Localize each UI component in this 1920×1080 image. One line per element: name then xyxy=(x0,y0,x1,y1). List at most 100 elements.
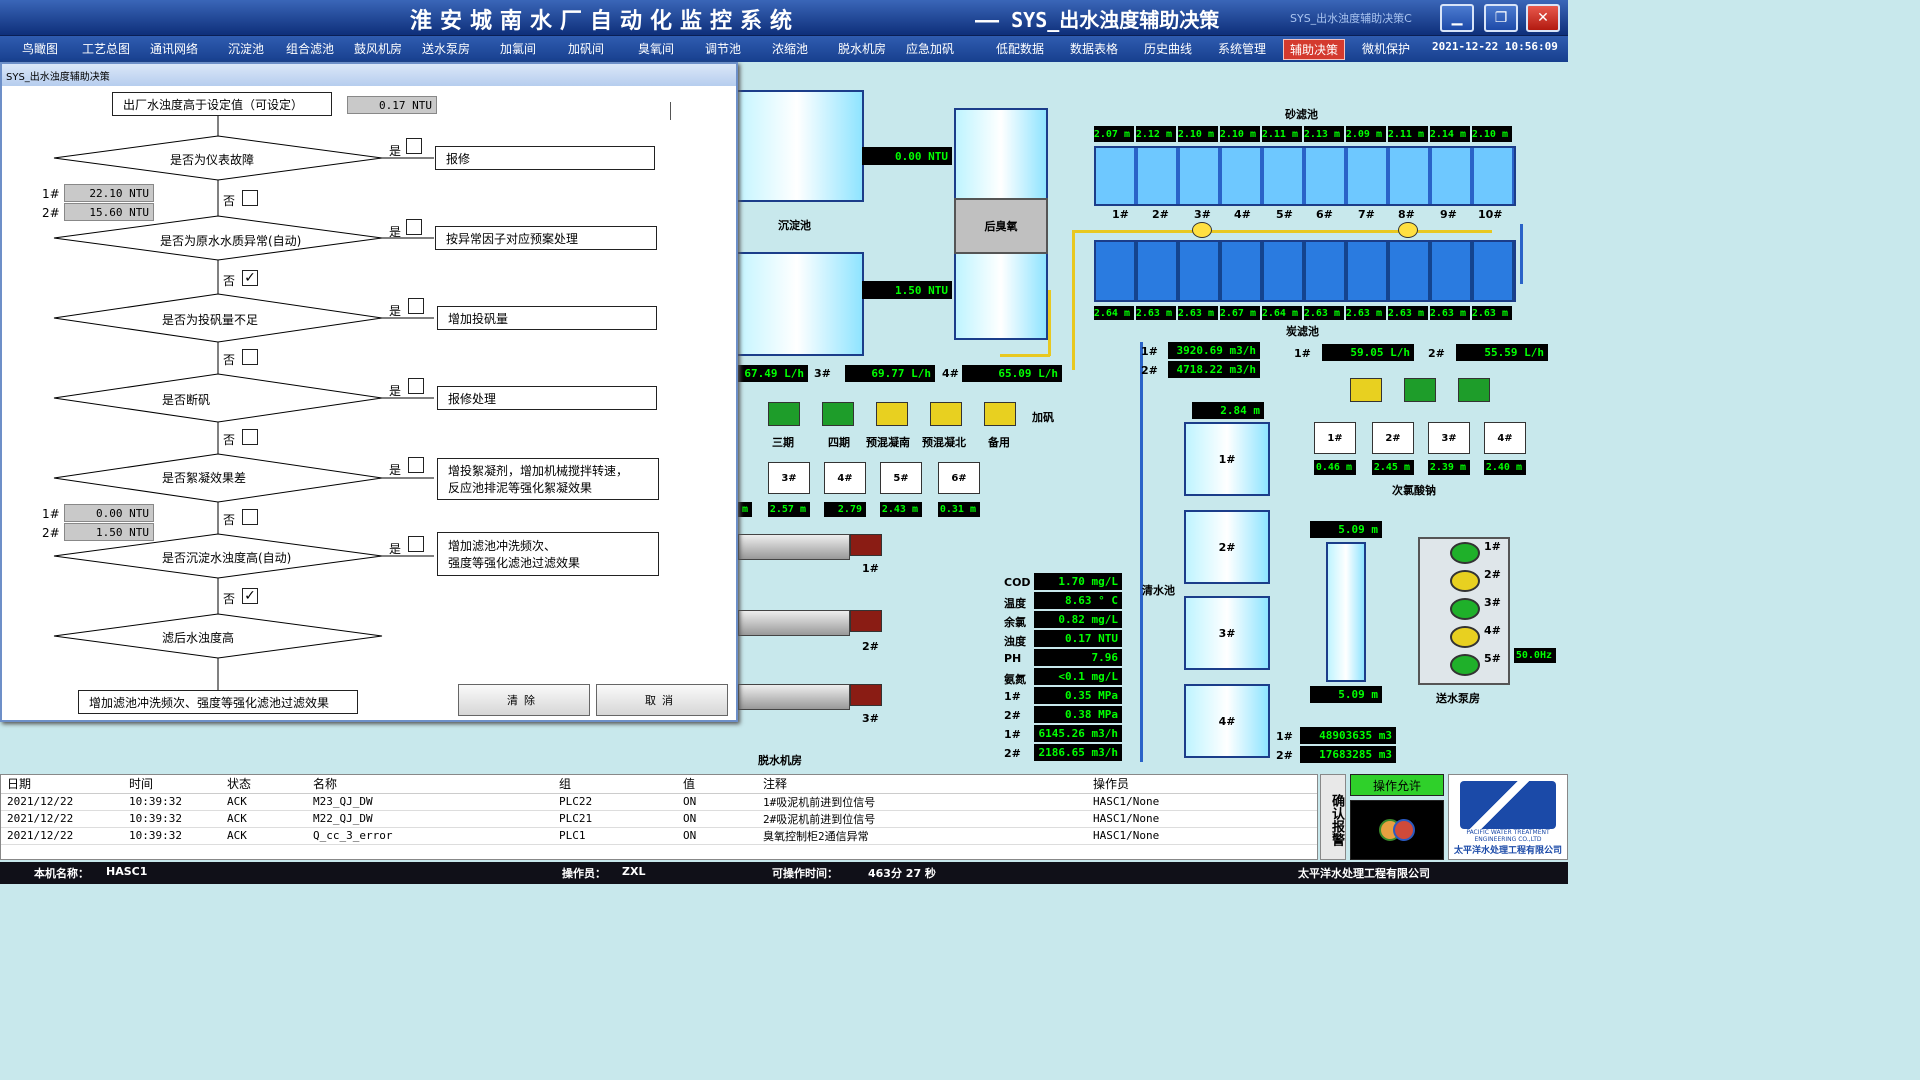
alum-unit: 三期 xyxy=(772,436,794,449)
clear-tank[interactable]: 4# xyxy=(1184,684,1270,758)
table-row[interactable]: 2021/12/22 10:39:32 ACK Q_cc_3_error PLC1 ON 臭… xyxy=(1,827,1317,845)
col-status[interactable]: 状态 xyxy=(221,775,307,794)
menu-item-alum[interactable]: 加矾间 xyxy=(568,40,604,57)
alum-doser[interactable] xyxy=(822,402,854,426)
alum-tank[interactable]: 6# xyxy=(938,462,980,494)
menu-item-sedimentation[interactable]: 沉淀池 xyxy=(228,40,264,57)
col-name[interactable]: 名称 xyxy=(307,775,553,794)
dewater-machine[interactable] xyxy=(738,684,850,710)
pump-icon[interactable] xyxy=(1450,570,1480,592)
menu-item-system[interactable]: 系统管理 xyxy=(1218,40,1266,57)
clear-button[interactable]: 清除 xyxy=(458,684,590,716)
action-line: 增加滤池冲洗频次、 xyxy=(448,539,557,553)
clear-water-level: 2.84 m xyxy=(1192,402,1264,419)
yes-checkbox[interactable] xyxy=(408,378,424,394)
table-row[interactable]: 2021/12/22 10:39:32 ACK M22_QJ_DW PLC21 ON 2#吸… xyxy=(1,810,1317,828)
no-checkbox[interactable] xyxy=(242,349,258,365)
col-group[interactable]: 组 xyxy=(553,775,677,794)
alum-doser[interactable] xyxy=(876,402,908,426)
sed-tank-1[interactable] xyxy=(730,90,864,202)
no-checkbox[interactable] xyxy=(242,429,258,445)
clear-tank[interactable]: 3# xyxy=(1184,596,1270,670)
pump-icon[interactable] xyxy=(1450,598,1480,620)
clear-tank[interactable]: 1# xyxy=(1184,422,1270,496)
alum-tank[interactable]: 4# xyxy=(824,462,866,494)
ghost-title: SYS_出水浊度辅助决策C xyxy=(1290,12,1412,25)
col-operator[interactable]: 操作员 xyxy=(1087,775,1317,794)
col-value[interactable]: 值 xyxy=(677,775,757,794)
naclo-tank[interactable]: 4# xyxy=(1484,422,1526,454)
menu-item-history[interactable]: 历史曲线 xyxy=(1144,40,1192,57)
menu-item-lowvolt[interactable]: 低配数据 xyxy=(996,40,1044,57)
col-date[interactable]: 日期 xyxy=(1,775,123,794)
dewater-machine[interactable] xyxy=(738,534,850,560)
carbon-level: 2.64 m xyxy=(1262,306,1302,320)
filter-no: 7# xyxy=(1358,208,1375,221)
naclo-tank[interactable]: 3# xyxy=(1428,422,1470,454)
no-checkbox[interactable]: ✓ xyxy=(242,588,258,604)
pump-icon[interactable] xyxy=(1450,542,1480,564)
wq-key: PH xyxy=(1004,652,1022,665)
menu-item-overview[interactable]: 鸟瞰图 xyxy=(22,40,58,57)
sand-filter[interactable] xyxy=(1094,146,1516,206)
alum-tank[interactable]: 3# xyxy=(768,462,810,494)
menu-item-dewatering[interactable]: 脱水机房 xyxy=(838,40,886,57)
yes-checkbox[interactable] xyxy=(406,219,422,235)
alum-doser[interactable] xyxy=(768,402,800,426)
yes-checkbox[interactable] xyxy=(408,298,424,314)
yes-checkbox[interactable] xyxy=(408,536,424,552)
setpoint-value[interactable]: 0.17 NTU xyxy=(347,96,437,114)
yes-checkbox[interactable] xyxy=(406,138,422,154)
sed-tank-2[interactable] xyxy=(730,252,864,356)
filter-no: 10# xyxy=(1478,208,1503,221)
menu-item-datatable[interactable]: 数据表格 xyxy=(1070,40,1118,57)
menu-item-decision[interactable]: 辅助决策 xyxy=(1283,39,1346,60)
users-icon[interactable] xyxy=(1350,800,1444,860)
pump-icon[interactable] xyxy=(1450,654,1480,676)
menu-item-ozone[interactable]: 臭氧间 xyxy=(638,40,674,57)
menu-item-blower[interactable]: 鼓风机房 xyxy=(354,40,402,57)
confirm-alarm-button[interactable]: 确认报警 xyxy=(1320,774,1346,860)
menu-item-protection[interactable]: 微机保护 xyxy=(1362,40,1410,57)
cancel-button[interactable]: 取消 xyxy=(596,684,728,716)
alarm-header-row: 日期 时间 状态 名称 组 值 注释 操作员 xyxy=(1,775,1317,794)
alum-tank[interactable]: 5# xyxy=(880,462,922,494)
carbon-filter[interactable] xyxy=(1094,240,1516,302)
sed-no: 2# xyxy=(42,526,60,540)
no-checkbox[interactable] xyxy=(242,190,258,206)
minimize-button[interactable]: ▁ xyxy=(1440,4,1474,32)
alum-doser[interactable] xyxy=(984,402,1016,426)
permit-button[interactable]: 操作允许 xyxy=(1350,774,1444,796)
close-button[interactable]: ✕ xyxy=(1526,4,1560,32)
restore-button[interactable]: ❐ xyxy=(1484,4,1518,32)
alum-label: 加矾 xyxy=(1032,411,1054,424)
cl-doser[interactable] xyxy=(1350,378,1382,402)
menu-item-chlorine[interactable]: 加氯间 xyxy=(500,40,536,57)
menu-item-thickener[interactable]: 浓缩池 xyxy=(772,40,808,57)
cl-doser[interactable] xyxy=(1458,378,1490,402)
table-row[interactable]: 2021/12/22 10:39:32 ACK M23_QJ_DW PLC22 ON 1#吸… xyxy=(1,793,1317,811)
no-label: 否 xyxy=(223,274,236,288)
pump-icon[interactable] xyxy=(1450,626,1480,648)
suction-well[interactable] xyxy=(1326,542,1366,682)
menu-item-pump[interactable]: 送水泵房 xyxy=(422,40,470,57)
no-checkbox[interactable] xyxy=(242,509,258,525)
dewater-machine[interactable] xyxy=(738,610,850,636)
col-time[interactable]: 时间 xyxy=(123,775,221,794)
flow-no: 2# xyxy=(1141,364,1158,377)
clear-tank[interactable]: 2# xyxy=(1184,510,1270,584)
filter-no: 4# xyxy=(1234,208,1251,221)
cell: HASC1/None xyxy=(1087,793,1317,811)
menu-item-emergency[interactable]: 应急加矾 xyxy=(906,40,954,57)
yes-checkbox[interactable] xyxy=(408,457,424,473)
alum-doser[interactable] xyxy=(930,402,962,426)
col-comment[interactable]: 注释 xyxy=(757,775,1087,794)
cl-doser[interactable] xyxy=(1404,378,1436,402)
menu-item-regulating[interactable]: 调节池 xyxy=(705,40,741,57)
no-checkbox[interactable]: ✓ xyxy=(242,270,258,286)
naclo-tank[interactable]: 1# xyxy=(1314,422,1356,454)
menu-item-process[interactable]: 工艺总图 xyxy=(82,40,130,57)
menu-item-network[interactable]: 通讯网络 xyxy=(150,40,198,57)
naclo-tank[interactable]: 2# xyxy=(1372,422,1414,454)
menu-item-filter[interactable]: 组合滤池 xyxy=(286,40,334,57)
